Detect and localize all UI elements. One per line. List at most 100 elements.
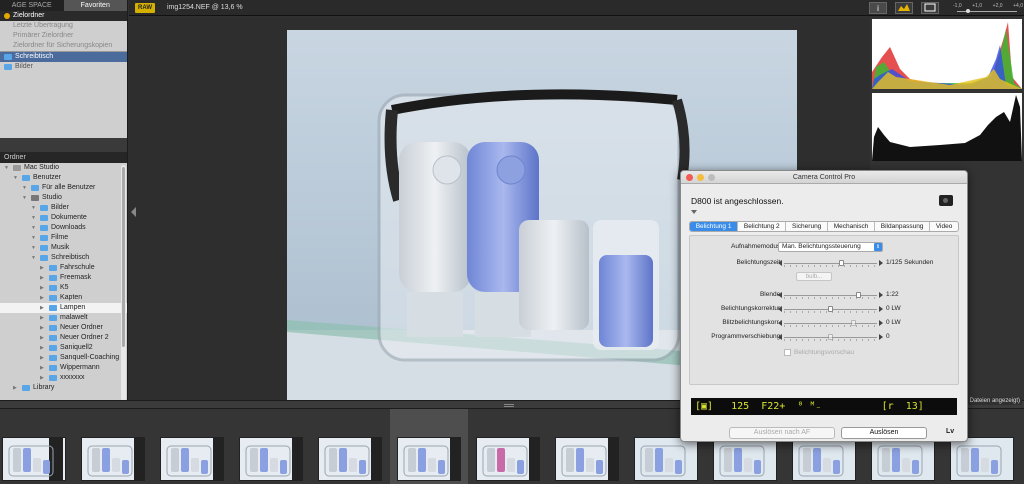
zoom-slider[interactable]: -1,0 +1,0 +2,0 +4,0 bbox=[953, 3, 1023, 13]
zoom-knob[interactable] bbox=[966, 9, 970, 13]
thumbnail[interactable] bbox=[555, 437, 619, 481]
disclosure-triangle-icon[interactable]: ▼ bbox=[31, 223, 37, 233]
increase-arrow-icon[interactable] bbox=[879, 260, 883, 266]
tab-belichtung-2[interactable]: Belichtung 2 bbox=[738, 222, 787, 231]
decrease-arrow-icon[interactable] bbox=[778, 260, 782, 266]
thumbnail[interactable] bbox=[81, 437, 145, 481]
tree-item[interactable]: ▼ Benutzer bbox=[0, 173, 127, 183]
tab-video[interactable]: Video bbox=[930, 222, 958, 231]
tree-item[interactable]: ▼ Downloads bbox=[0, 223, 127, 233]
aufnahmemodus-select[interactable]: Man. Belichtungssteuerung ⇕ bbox=[778, 242, 883, 252]
disclosure-triangle-icon[interactable]: ▶ bbox=[40, 353, 46, 363]
disclosure-triangle-icon[interactable]: ▶ bbox=[40, 293, 46, 303]
disclosure-triangle-icon[interactable]: ▶ bbox=[40, 313, 46, 323]
disclosure-triangle-icon[interactable]: ▶ bbox=[40, 263, 46, 273]
tree-item[interactable]: ▼ Mac Studio bbox=[0, 163, 127, 173]
disclosure-triangle-icon[interactable]: ▶ bbox=[40, 283, 46, 293]
increase-arrow-icon[interactable] bbox=[879, 292, 883, 298]
tab-image-space[interactable]: AGE SPACE bbox=[0, 0, 64, 11]
slider-knob[interactable] bbox=[855, 292, 861, 298]
tab-mechanisch[interactable]: Mechanisch bbox=[828, 222, 876, 231]
disclosure-triangle-icon[interactable]: ▼ bbox=[31, 203, 37, 213]
tree-item[interactable]: ▶ Freemask bbox=[0, 273, 127, 283]
decrease-arrow-icon[interactable] bbox=[778, 306, 782, 312]
thumbnail[interactable] bbox=[871, 437, 935, 481]
slider-knob[interactable] bbox=[828, 334, 833, 340]
blitz-slider[interactable] bbox=[778, 318, 883, 328]
increase-arrow-icon[interactable] bbox=[879, 320, 883, 326]
resize-grip-icon[interactable] bbox=[504, 404, 514, 407]
thumbnail[interactable] bbox=[397, 437, 461, 481]
disclosure-triangle-icon[interactable]: ▼ bbox=[31, 253, 37, 263]
zoom-button[interactable] bbox=[708, 174, 715, 181]
tree-item[interactable]: ▶ Kapten bbox=[0, 293, 127, 303]
tree-item[interactable]: ▶ Neuer Ordner 2 bbox=[0, 333, 127, 343]
tree-item[interactable]: ▶ Lampen bbox=[0, 303, 127, 313]
thumbnail[interactable] bbox=[634, 437, 698, 481]
favorite-item[interactable]: Zielordner für Sicherungskopien bbox=[0, 41, 127, 51]
close-button[interactable] bbox=[686, 174, 693, 181]
tree-item[interactable]: ▼ Filme bbox=[0, 233, 127, 243]
highlight-warning-icon[interactable] bbox=[895, 2, 913, 14]
disclosure-triangle-icon[interactable]: ▼ bbox=[31, 233, 37, 243]
disclosure-triangle-icon[interactable]: ▼ bbox=[22, 183, 28, 193]
favorite-item[interactable]: Zielordner bbox=[0, 11, 127, 21]
tree-item[interactable]: ▶ Library bbox=[0, 383, 127, 393]
tree-item[interactable]: ▶ Saniquell2 bbox=[0, 343, 127, 353]
thumbnail[interactable] bbox=[160, 437, 224, 481]
thumbnail[interactable] bbox=[318, 437, 382, 481]
decrease-arrow-icon[interactable] bbox=[778, 292, 782, 298]
fit-screen-icon[interactable] bbox=[921, 2, 939, 14]
belichtungszeit-slider[interactable] bbox=[778, 258, 883, 268]
blende-slider[interactable] bbox=[778, 290, 883, 300]
tree-item[interactable]: ▶ malawelt bbox=[0, 313, 127, 323]
live-view-button[interactable]: Lv bbox=[946, 428, 954, 435]
increase-arrow-icon[interactable] bbox=[879, 334, 883, 340]
disclosure-triangle-icon[interactable]: ▼ bbox=[22, 193, 28, 203]
disclosure-triangle-icon[interactable]: ▶ bbox=[40, 333, 46, 343]
release-button[interactable]: Auslösen bbox=[841, 427, 927, 439]
slider-knob[interactable] bbox=[839, 260, 845, 266]
disclosure-triangle-icon[interactable]: ▶ bbox=[40, 323, 46, 333]
tree-item[interactable]: ▶ K5 bbox=[0, 283, 127, 293]
slider-knob[interactable] bbox=[828, 306, 833, 312]
decrease-arrow-icon[interactable] bbox=[778, 334, 782, 340]
thumbnail[interactable] bbox=[950, 437, 1014, 481]
disclosure-triangle-icon[interactable]: ▶ bbox=[40, 373, 46, 383]
favorite-item[interactable]: Bilder bbox=[0, 62, 127, 72]
tree-item[interactable]: ▶ xxxxxxx bbox=[0, 373, 127, 383]
tree-item[interactable]: ▶ Sanquell-Coaching bbox=[0, 353, 127, 363]
thumbnail[interactable] bbox=[792, 437, 856, 481]
tab-favoriten[interactable]: Favoriten bbox=[63, 0, 127, 11]
tree-item[interactable]: ▼ Musik bbox=[0, 243, 127, 253]
decrease-arrow-icon[interactable] bbox=[778, 320, 782, 326]
favorite-item[interactable]: Primärer Zielordner bbox=[0, 31, 127, 41]
tree-item[interactable]: ▼ Schreibtisch bbox=[0, 253, 127, 263]
disclosure-triangle-icon[interactable]: ▶ bbox=[40, 273, 46, 283]
tree-scrollbar[interactable] bbox=[121, 165, 126, 401]
disclosure-triangle-icon[interactable]: ▼ bbox=[31, 213, 37, 223]
tree-item[interactable]: ▼ Für alle Benutzer bbox=[0, 183, 127, 193]
disclosure-triangle-icon[interactable]: ▼ bbox=[31, 243, 37, 253]
dialog-titlebar[interactable]: Camera Control Pro bbox=[681, 171, 967, 184]
disclosure-triangle-icon[interactable]: ▶ bbox=[40, 343, 46, 353]
belichtungsvorschau-checkbox[interactable] bbox=[784, 349, 791, 356]
tab-belichtung-1[interactable]: Belichtung 1 bbox=[690, 222, 739, 231]
tree-item[interactable]: ▶ Neuer Ordner bbox=[0, 323, 127, 333]
disclosure-triangle-icon[interactable]: ▶ bbox=[13, 383, 19, 393]
disclosure-triangle-icon[interactable]: ▼ bbox=[13, 173, 19, 183]
release-after-af-button[interactable]: Auslösen nach AF bbox=[729, 427, 835, 439]
favorite-item[interactable]: Schreibtisch bbox=[0, 52, 127, 62]
thumbnail[interactable] bbox=[239, 437, 303, 481]
programm-slider[interactable] bbox=[778, 332, 883, 342]
previous-arrow-icon[interactable] bbox=[131, 207, 136, 217]
increase-arrow-icon[interactable] bbox=[879, 306, 883, 312]
favorite-item[interactable]: Letzte Übertragung bbox=[0, 21, 127, 31]
thumbnail[interactable] bbox=[713, 437, 777, 481]
tab-sicherung[interactable]: Sicherung bbox=[786, 222, 829, 231]
thumbnail[interactable] bbox=[2, 437, 66, 481]
disclosure-triangle-icon[interactable]: ▶ bbox=[40, 303, 46, 313]
bulb-button[interactable]: bulb... bbox=[796, 272, 832, 281]
info-icon[interactable]: i bbox=[869, 2, 887, 14]
tree-item[interactable]: ▼ Studio bbox=[0, 193, 127, 203]
